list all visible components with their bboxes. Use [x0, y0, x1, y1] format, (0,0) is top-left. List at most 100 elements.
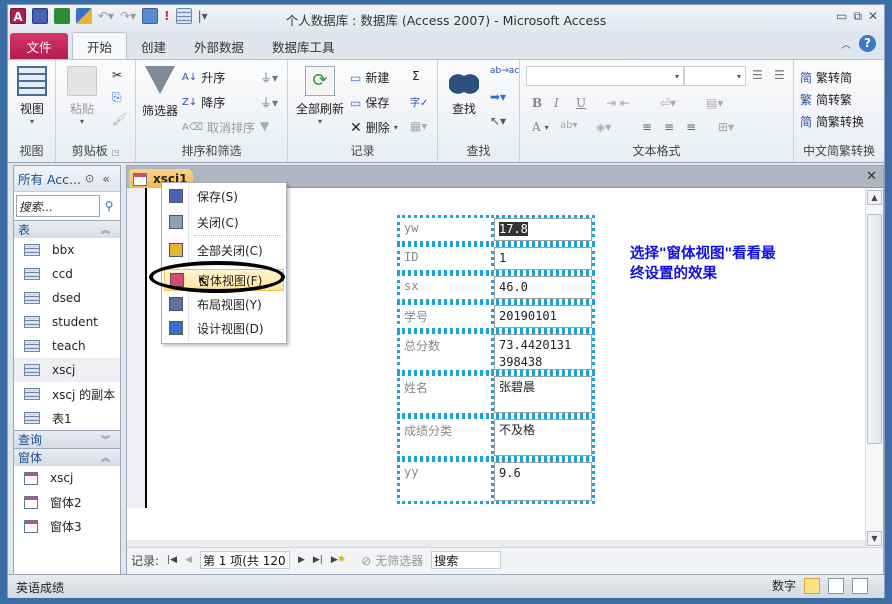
- tab-create[interactable]: 创建: [127, 33, 180, 59]
- menu-item-close-all[interactable]: 全部关闭(C): [164, 239, 284, 261]
- tab-database-tools[interactable]: 数据库工具: [258, 33, 349, 59]
- field-value-总分数[interactable]: 73.4420131 398438: [491, 331, 595, 373]
- nav-section-forms[interactable]: 窗体 ︽: [14, 448, 120, 466]
- more-icon[interactable]: ▦▾: [410, 119, 427, 133]
- new-record-button[interactable]: ▭ 新建: [350, 69, 389, 86]
- collapse-nav-icon[interactable]: «: [102, 171, 110, 186]
- scroll-down-button[interactable]: ▼: [867, 531, 882, 546]
- nav-table-item[interactable]: ccd: [14, 262, 120, 286]
- underline-button[interactable]: U: [576, 96, 586, 110]
- italic-button[interactable]: I: [554, 96, 559, 110]
- goto-icon[interactable]: ➡▾: [490, 90, 506, 104]
- nav-table-item[interactable]: teach: [14, 334, 120, 358]
- delete-record-button[interactable]: ✕ 删除 ▾: [350, 119, 398, 136]
- form-view-button[interactable]: [804, 577, 820, 594]
- nav-table-item[interactable]: xscj: [14, 358, 120, 382]
- no-filter-button[interactable]: ⊘ 无筛选器: [361, 552, 423, 569]
- format-painter-icon[interactable]: 🖌: [112, 112, 127, 126]
- restore-button[interactable]: ⧉: [853, 9, 862, 24]
- menu-item-close-doc[interactable]: 关闭(C): [164, 211, 284, 233]
- copy-icon[interactable]: ⎘: [112, 90, 122, 105]
- nav-dropdown-icon[interactable]: ⊙: [85, 172, 94, 185]
- next-record-button[interactable]: ▶: [298, 555, 305, 565]
- first-record-button[interactable]: |◀: [167, 555, 177, 565]
- nav-section-tables[interactable]: 表 ︽: [14, 220, 120, 238]
- highlight-icon[interactable]: ab▾: [560, 120, 578, 131]
- gridlines-icon[interactable]: ▤▾: [706, 96, 723, 110]
- nav-section-queries[interactable]: 查询 ︾: [14, 430, 120, 448]
- nav-search-input[interactable]: 搜索...: [16, 195, 100, 217]
- paragraph-icon[interactable]: ⏎▾: [660, 96, 676, 110]
- chinese-convert-button[interactable]: 简简繁转换: [800, 113, 864, 130]
- search-icon[interactable]: ⚲: [100, 199, 118, 213]
- collapse-ribbon-icon[interactable]: ︿: [841, 36, 851, 51]
- sort-ascending-button[interactable]: A↓ 升序: [182, 69, 225, 86]
- field-value-yw[interactable]: 17.8: [491, 215, 595, 244]
- tab-home[interactable]: 开始: [72, 32, 128, 59]
- simplified-to-traditional-button[interactable]: 繁简转繁: [800, 91, 852, 108]
- traditional-to-simplified-button[interactable]: 简繁转简: [800, 69, 852, 86]
- menu-item-save[interactable]: 保存(S): [164, 185, 284, 207]
- close-button[interactable]: ✕: [868, 9, 878, 24]
- design-view-button[interactable]: [852, 577, 868, 594]
- nav-table-item[interactable]: student: [14, 310, 120, 334]
- find-button[interactable]: 查找: [444, 66, 484, 117]
- tab-file[interactable]: 文件: [10, 33, 68, 59]
- numbering-icon[interactable]: ☰: [774, 68, 785, 82]
- record-search-input[interactable]: 搜索: [431, 551, 502, 569]
- nav-table-item[interactable]: bbx: [14, 238, 120, 262]
- last-record-button[interactable]: ▶|: [313, 555, 323, 565]
- fill-color-icon[interactable]: ◈▾: [596, 120, 611, 134]
- nav-header[interactable]: 所有 Acc... ⊙ «: [14, 166, 120, 192]
- toggle-filter-icon[interactable]: ▼: [260, 119, 269, 133]
- sort-descending-button[interactable]: Z↓ 降序: [182, 94, 225, 111]
- view-button[interactable]: 视图 ▾: [14, 66, 50, 126]
- paste-button[interactable]: 粘贴 ▾: [64, 66, 100, 126]
- bold-button[interactable]: B: [532, 96, 542, 110]
- font-size-combo[interactable]: ▾: [684, 66, 746, 86]
- cut-icon[interactable]: ✂: [112, 68, 122, 82]
- field-value-yy[interactable]: 9.6: [491, 459, 595, 504]
- scroll-thumb[interactable]: [867, 214, 882, 444]
- nav-table-item[interactable]: dsed: [14, 286, 120, 310]
- nav-table-item[interactable]: xscj 的副本: [14, 382, 120, 406]
- nav-form-item[interactable]: 窗体2: [14, 490, 120, 514]
- nav-table-item[interactable]: 表1: [14, 406, 120, 430]
- align-center-icon[interactable]: ≡: [664, 120, 674, 134]
- field-value-成绩分类[interactable]: 不及格: [491, 416, 595, 459]
- align-left-icon[interactable]: ≡: [642, 120, 652, 134]
- font-color-button[interactable]: A ▾: [532, 120, 549, 134]
- nav-form-item[interactable]: xscj: [14, 466, 120, 490]
- advanced-filter-icon[interactable]: ⏚▾: [260, 94, 278, 111]
- borders-icon[interactable]: ⊞▾: [718, 120, 734, 134]
- minimize-button[interactable]: ▭: [836, 9, 847, 24]
- dialog-launcher-icon[interactable]: ◳: [112, 148, 120, 157]
- new-record-nav-button[interactable]: ▶✱: [331, 555, 345, 565]
- field-value-sx[interactable]: 46.0: [491, 273, 595, 302]
- select-icon[interactable]: ↖▾: [490, 114, 506, 128]
- record-selector[interactable]: [127, 188, 147, 508]
- tab-external-data[interactable]: 外部数据: [180, 33, 258, 59]
- align-right-icon[interactable]: ≡: [686, 120, 696, 134]
- totals-icon[interactable]: Σ: [412, 69, 420, 83]
- save-record-button[interactable]: ▭ 保存: [350, 94, 389, 111]
- prev-record-button[interactable]: ◀: [185, 555, 192, 565]
- layout-view-button[interactable]: [828, 577, 844, 594]
- scroll-up-button[interactable]: ▲: [867, 190, 882, 205]
- menu-item-design-view[interactable]: 设计视图(D): [164, 317, 284, 339]
- replace-icon[interactable]: ab→ac: [490, 66, 519, 76]
- field-value-ID[interactable]: 1: [491, 244, 595, 273]
- clear-sort-button[interactable]: A⌫ 取消排序: [182, 119, 255, 136]
- filter-button[interactable]: 筛选器: [140, 66, 180, 119]
- field-value-学号[interactable]: 20190101: [491, 302, 595, 331]
- nav-form-item[interactable]: 窗体3: [14, 514, 120, 538]
- selection-filter-icon[interactable]: ⏚▾: [260, 69, 278, 86]
- vertical-scrollbar[interactable]: ▲ ▼: [865, 188, 883, 548]
- font-name-combo[interactable]: ▾: [526, 66, 684, 86]
- spelling-icon[interactable]: 字✓: [410, 94, 428, 109]
- refresh-all-button[interactable]: ⟳ 全部刷新 ▾: [292, 66, 348, 126]
- help-icon[interactable]: ?: [859, 35, 876, 52]
- close-document-icon[interactable]: ✕: [866, 169, 877, 184]
- current-record-field[interactable]: 第 1 项(共 120 项: [199, 551, 290, 569]
- menu-item-layout-view[interactable]: 布局视图(Y): [164, 293, 284, 315]
